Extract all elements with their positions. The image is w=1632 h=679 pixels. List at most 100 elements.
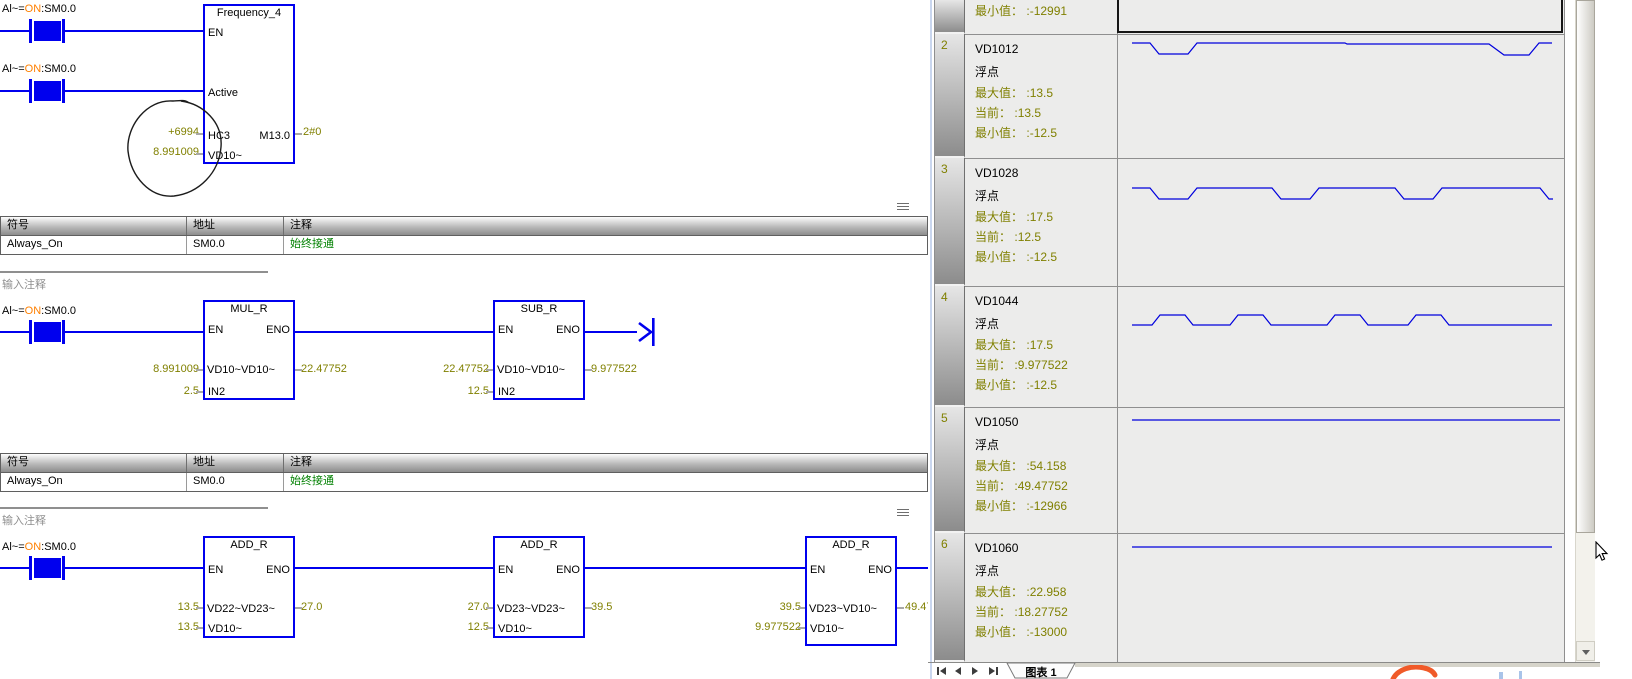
tab-label: 图表 1 [1006,664,1076,679]
pin-connector [486,627,493,629]
status-value: 12.5 [417,621,489,633]
var-type: 浮点 [975,63,999,80]
chevron-down-icon [1582,650,1590,655]
wire [65,30,203,32]
contact-power-flow[interactable] [34,558,61,578]
vertical-scrollbar[interactable] [1575,0,1595,662]
watermark-text-fragment [1499,672,1503,679]
pin-m13[interactable]: M13.0 [259,130,290,142]
row-info-cell[interactable]: 最小值： :-12991 [965,0,1117,34]
row-header[interactable]: 2 [935,34,965,158]
var-type: 浮点 [975,562,999,579]
sub-r-block[interactable]: SUB_R EN ENO VD10~VD10~ IN2 [493,300,585,400]
tab-next-button[interactable] [972,667,978,675]
block-title: SUB_R [495,303,583,315]
symbol-table-row: Always_On SM0.0 始终接通 [1,236,927,254]
var-name: VD1060 [975,541,1018,555]
row-chart-cell[interactable] [1117,158,1565,286]
row-header[interactable]: 3 [935,158,965,286]
pin-connector [486,369,493,371]
operand-text[interactable]: VD23~VD10~ [809,603,895,615]
pin-connector [486,391,493,393]
add-r-block-3[interactable]: ADD_R EN ENO VD23~VD10~ VD10~ [805,536,897,646]
row-header[interactable] [935,0,965,34]
var-type: 浮点 [975,187,999,204]
row-header[interactable]: 5 [935,407,965,533]
tab-chart1[interactable]: 图表 1 [1006,663,1076,679]
operand-text[interactable]: VD10~VD10~ [497,364,583,376]
row-chart-cell[interactable] [1117,0,1565,34]
status-value: 12.5 [417,385,489,397]
wire [0,30,29,32]
contact-power-flow[interactable] [34,322,61,342]
contact-label: Al~=ON:SM0.0 [2,541,76,553]
scrollbar-down-button[interactable] [1576,641,1595,661]
row-info-cell[interactable]: VD1012 浮点 最大值： :13.5 当前： :13.5 最小值： :-12… [965,34,1117,158]
contact-power-flow[interactable] [34,81,61,101]
row-header[interactable]: 4 [935,286,965,407]
row-header[interactable]: 6 [935,533,965,662]
block-title: MUL_R [205,303,293,315]
status-value: 8.991009 [127,363,199,375]
wire [0,331,29,333]
contact-bar [29,19,32,43]
mul-r-block[interactable]: MUL_R EN ENO VD10~VD10~ IN2 [203,300,295,400]
row-info-cell[interactable]: VD1060 浮点 最大值： :22.958 当前： :18.27752 最小值… [965,533,1117,662]
block-title: ADD_R [205,539,293,551]
tab-prev-button[interactable] [955,667,961,675]
contact-label: Al~=ON:SM0.0 [2,305,76,317]
operand-text[interactable]: VD10~ [498,623,532,635]
status-value: 39.5 [591,601,612,613]
pin-connector [897,607,904,609]
pin-connector [295,607,302,609]
operand-text[interactable]: VD22~VD23~ [207,603,293,615]
operand-text[interactable]: VD10~ [208,623,242,635]
wire [295,331,493,333]
row-info-cell[interactable]: VD1028 浮点 最大值： :17.5 当前： :12.5 最小值： :-12… [965,158,1117,286]
trend-line [1118,35,1564,158]
wire [0,567,29,569]
pin-connector [196,627,203,629]
var-type: 浮点 [975,436,999,453]
operand-text[interactable]: VD23~VD23~ [497,603,583,615]
wire [65,567,203,569]
add-r-block-2[interactable]: ADD_R EN ENO VD23~VD23~ VD10~ [493,536,585,638]
input-comment-label[interactable]: 输入注释 [2,276,46,292]
wire [585,567,805,569]
operand-text[interactable]: VD10~ [810,623,844,635]
splitter-grip[interactable] [897,509,909,517]
row-info-cell[interactable]: VD1044 浮点 最大值： :17.5 当前： :9.977522 最小值： … [965,286,1117,407]
status-value: 27.0 [301,601,322,613]
block-title: Frequency_4 [205,7,293,19]
scrollbar-thumb[interactable] [1576,0,1595,533]
trend-line [1118,159,1564,286]
contact-label: Al~=ON:SM0.0 [2,63,76,75]
ladder-editor[interactable]: Al~=ON:SM0.0 Al~=ON:SM0.0 Frequency_4 EN… [0,0,928,679]
contact-bar [29,320,32,344]
hand-drawn-circle-annotation [123,97,237,201]
status-value: 2#0 [303,126,321,138]
operand-text[interactable]: VD10~VD10~ [207,364,293,376]
status-value: 9.977522 [729,621,801,633]
row-chart-cell[interactable] [1117,533,1565,662]
row-info-cell[interactable]: VD1050 浮点 最大值： :54.158 当前： :49.47752 最小值… [965,407,1117,533]
row-chart-cell[interactable] [1117,34,1565,158]
input-comment-label[interactable]: 输入注释 [2,512,46,528]
pin-en: EN [208,27,223,39]
contact-power-flow[interactable] [34,21,61,41]
var-name: VD1012 [975,42,1018,56]
block-title: ADD_R [807,539,895,551]
trend-line [1118,408,1564,533]
block-title: ADD_R [495,539,583,551]
row-chart-cell[interactable] [1117,407,1565,533]
tab-last-button[interactable] [989,667,998,675]
add-r-block-1[interactable]: ADD_R EN ENO VD22~VD23~ VD10~ [203,536,295,638]
splitter-grip[interactable] [897,203,909,211]
tab-first-button[interactable] [937,667,946,675]
arrow-left-icon [940,667,946,675]
watermark-text-fragment [1519,671,1522,679]
network-separator [0,271,268,274]
pin-connector [196,369,203,371]
wire [897,567,928,569]
row-chart-cell[interactable] [1117,286,1565,407]
